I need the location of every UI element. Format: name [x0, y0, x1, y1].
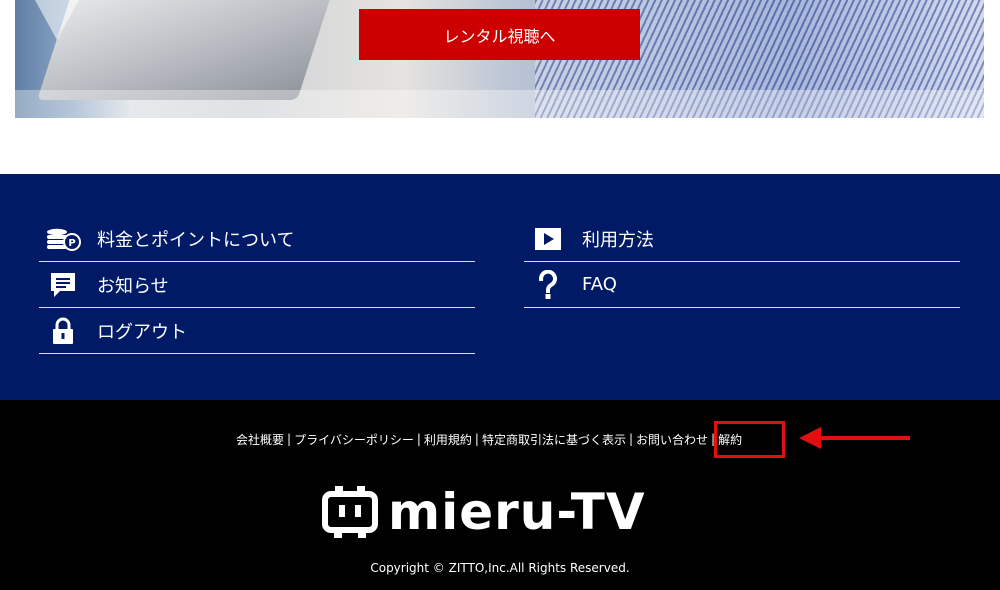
link-separator: | [287, 432, 292, 446]
footer-link-terms[interactable]: 利用規約 [424, 431, 472, 448]
link-separator: | [628, 432, 633, 446]
footer-nav-left: P 料金とポイントについて お知らせ ログアウト [39, 216, 475, 354]
nav-item-logout[interactable]: ログアウト [39, 308, 475, 354]
copyright-text: Copyright © ZITTO,Inc.All Rights Reserve… [370, 561, 630, 575]
rental-viewing-button[interactable]: レンタル視聴へ [359, 9, 640, 60]
nav-item-label: ログアウト [97, 321, 187, 343]
footer-nav-right: 利用方法 FAQ [524, 216, 960, 308]
nav-item-pricing-points[interactable]: P 料金とポイントについて [39, 216, 475, 262]
nav-item-faq[interactable]: FAQ [524, 262, 960, 308]
tv-mascot-icon [322, 486, 378, 538]
message-icon [45, 270, 81, 300]
mieru-tv-logo: mieru-TV [322, 482, 678, 542]
footer-links: 会社概要 | プライバシーポリシー | 利用規約 | 特定商取引法に基づく表示 … [236, 431, 742, 447]
lock-icon [45, 316, 81, 346]
nav-item-label: お知らせ [97, 275, 169, 297]
footer-link-contact[interactable]: お問い合わせ [636, 431, 708, 448]
hero-shade [15, 90, 984, 118]
logo-wordmark: mieru-TV [388, 483, 646, 541]
link-separator: | [474, 432, 479, 446]
footer-link-privacy-policy[interactable]: プライバシーポリシー [294, 431, 414, 448]
nav-item-label: 料金とポイントについて [97, 229, 295, 251]
annotation-highlight-box [714, 421, 785, 458]
hero-decoration [35, 0, 79, 40]
annotation-arrow-icon [799, 427, 910, 449]
nav-item-how-to-use[interactable]: 利用方法 [524, 216, 960, 262]
svg-text:P: P [68, 238, 75, 249]
question-icon [530, 269, 566, 300]
link-separator: | [416, 432, 421, 446]
nav-item-news[interactable]: お知らせ [39, 262, 475, 308]
footer-link-commercial-law[interactable]: 特定商取引法に基づく表示 [482, 431, 626, 448]
play-icon [530, 224, 566, 254]
nav-item-label: FAQ [582, 274, 617, 295]
nav-item-label: 利用方法 [582, 229, 654, 251]
hero-laptop-image [37, 0, 333, 100]
coins-points-icon: P [45, 224, 81, 254]
footer-link-company[interactable]: 会社概要 [236, 431, 284, 448]
